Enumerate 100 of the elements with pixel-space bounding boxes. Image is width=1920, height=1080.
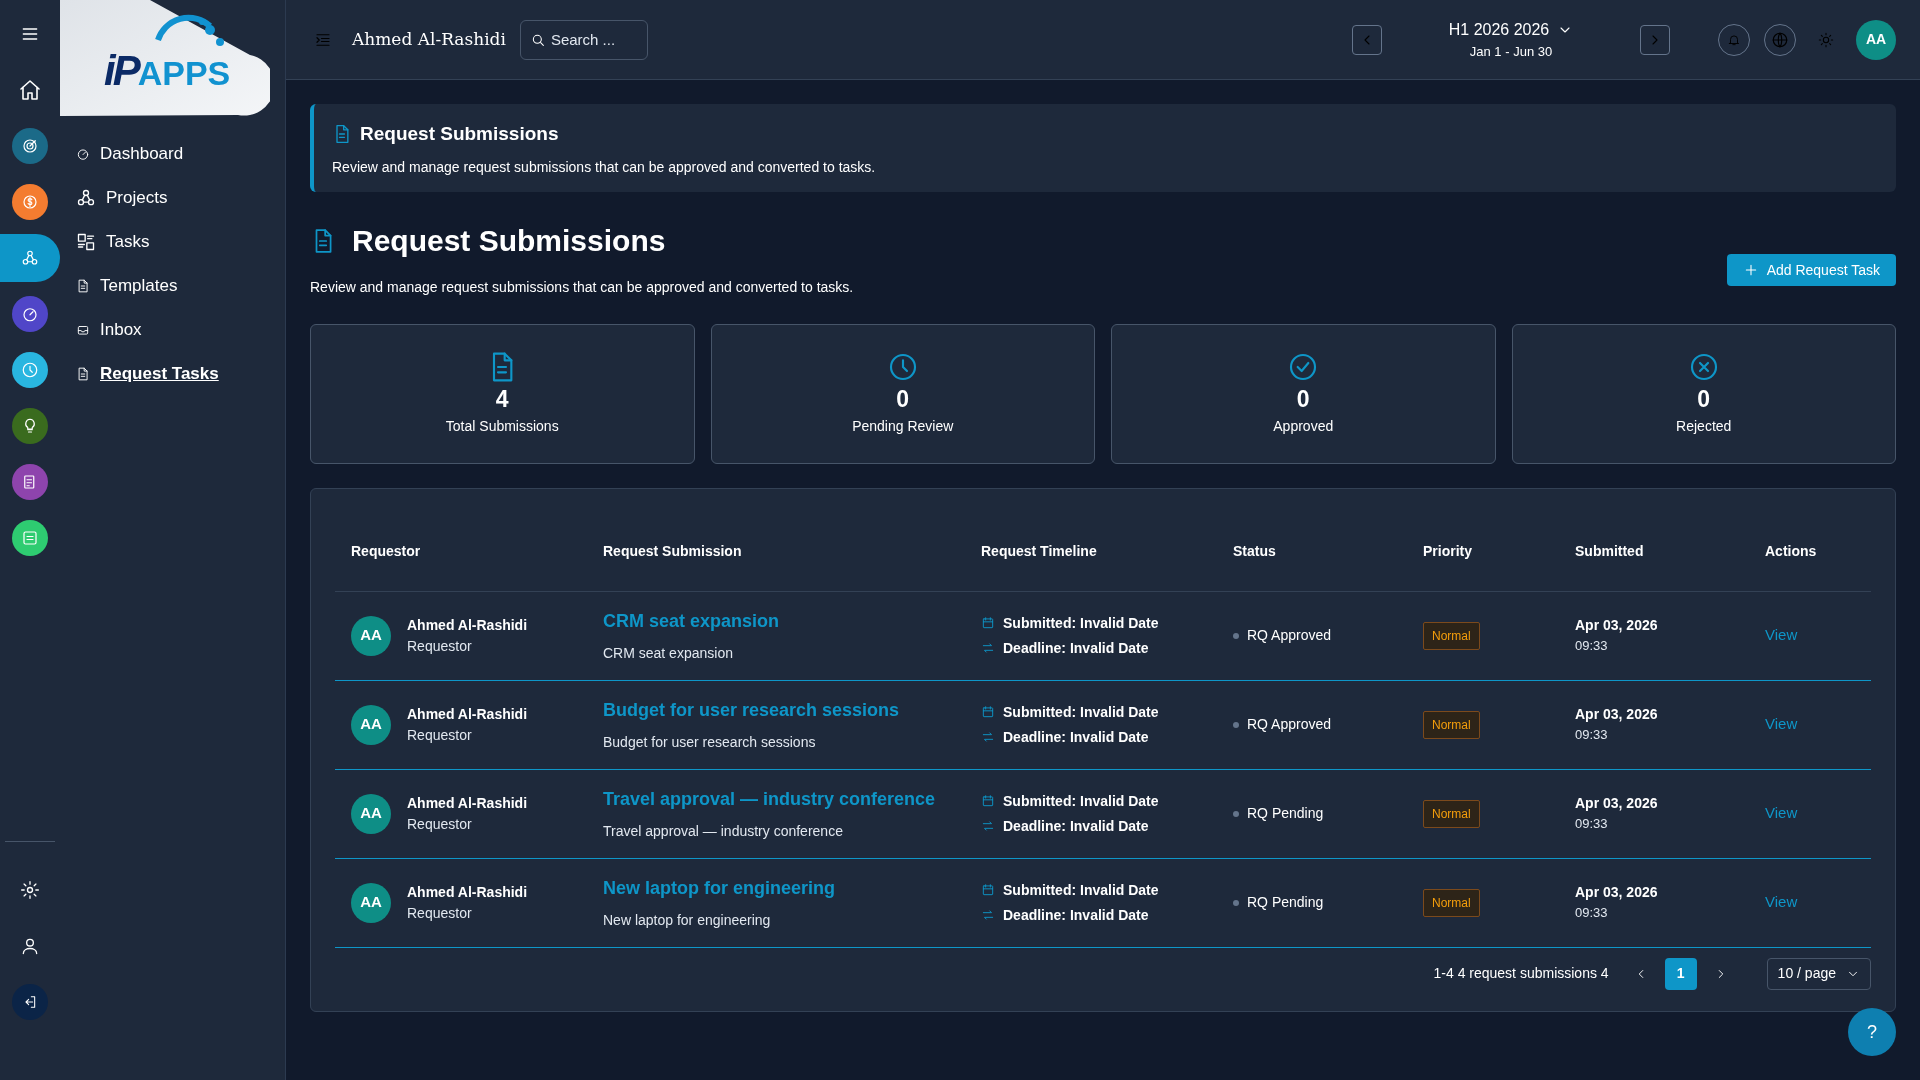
requestor-role: Requestor (407, 636, 473, 656)
request-description: Travel approval — industry conference (603, 821, 843, 841)
globe-icon (1771, 30, 1789, 49)
settings-icon (20, 880, 40, 900)
nav-link[interactable]: Templates (60, 264, 285, 308)
request-link[interactable]: New laptop for engineering (603, 874, 835, 902)
search-field[interactable]: Search ... (519, 19, 648, 60)
submitted-day: Apr 03, 2026 (1575, 615, 1733, 637)
request-description: New laptop for engineering (603, 910, 771, 930)
logo-text: APPS (137, 56, 231, 90)
status-dot (1233, 632, 1239, 639)
deadline-date: Deadline: Invalid Date (1003, 727, 1149, 747)
stat-value: 4 (495, 386, 509, 413)
column-header: Requestor (351, 543, 421, 560)
requestor-name: Ahmed Al-Rashidi (407, 793, 528, 813)
nav-link[interactable]: Tasks (60, 220, 285, 264)
previous-button[interactable] (1352, 24, 1382, 55)
submitted-time: 09:33 (1575, 815, 1609, 834)
column-header: Request Timeline (981, 543, 1097, 560)
status-dot (1233, 721, 1239, 728)
app-button[interactable] (12, 184, 48, 220)
priority-tag: Normal (1423, 799, 1480, 828)
status-text: RQ Pending (1247, 893, 1324, 912)
avatar: AA (351, 882, 391, 923)
submitted-time: 09:33 (1575, 904, 1609, 923)
app-button[interactable] (12, 296, 48, 332)
help-button[interactable]: ? (1848, 1008, 1896, 1056)
target-icon (21, 137, 39, 155)
avatar: AA (351, 615, 391, 656)
submitted-date: Submitted: Invalid Date (1003, 702, 1159, 722)
status-text: RQ Approved (1247, 626, 1332, 645)
status-text: RQ Approved (1247, 715, 1332, 734)
app-button[interactable] (0, 234, 60, 282)
gauge-icon (21, 305, 39, 323)
column-header: Submitted (1575, 543, 1644, 560)
tasks-icon (76, 232, 96, 252)
submitted-date: Submitted: Invalid Date (1003, 613, 1159, 633)
period-dropdown[interactable]: H1 2026 2026 (1448, 17, 1574, 42)
column-header: Request Submission (603, 543, 742, 560)
requestor-name: Ahmed Al-Rashidi (407, 882, 528, 902)
swap-icon (981, 908, 995, 922)
app-button[interactable] (12, 352, 48, 388)
request-link[interactable]: CRM seat expansion (603, 607, 780, 635)
column-header: Actions (1765, 543, 1817, 560)
pagination-summary: 1-4 4 request submissions 4 (1433, 964, 1609, 983)
deadline-date: Deadline: Invalid Date (1003, 638, 1149, 658)
submitted-time: 09:33 (1575, 637, 1609, 656)
view-link[interactable]: View (1765, 893, 1798, 911)
nav-link[interactable]: Projects (60, 176, 285, 220)
stat-value: 0 (1296, 386, 1310, 413)
home-icon (18, 78, 42, 102)
submitted-time: 09:33 (1575, 726, 1609, 745)
user-avatar[interactable]: AA (1856, 19, 1896, 60)
app-button[interactable] (12, 520, 48, 556)
page-button[interactable]: 1 (1664, 957, 1697, 990)
stat-label: Pending Review (852, 417, 954, 437)
app-button[interactable] (12, 128, 48, 164)
stat-label: Rejected (1676, 417, 1732, 437)
request-link[interactable]: Travel approval — industry conference (603, 785, 936, 813)
requestor-role: Requestor (407, 725, 473, 745)
view-link[interactable]: View (1765, 715, 1798, 733)
submitted-date: Submitted: Invalid Date (1003, 791, 1159, 811)
logo-mark: iP (104, 50, 138, 92)
banner-text: Review and manage request submissions that can be approved and converted to tasks. (332, 157, 877, 177)
calendar-icon (981, 794, 995, 808)
deadline-date: Deadline: Invalid Date (1003, 905, 1149, 925)
submitted-date: Submitted: Invalid Date (1003, 880, 1159, 900)
requestor-role: Requestor (407, 814, 473, 834)
status-dot (1233, 810, 1239, 817)
requestor-name: Ahmed Al-Rashidi (407, 704, 528, 724)
page-description: Review and manage request submissions that can be approved and converted to tasks. (310, 278, 854, 297)
stat-value: 0 (1697, 386, 1711, 413)
calendar-icon (981, 616, 995, 630)
logout-button[interactable] (12, 984, 48, 1020)
priority-tag: Normal (1423, 888, 1480, 917)
request-description: CRM seat expansion (603, 643, 733, 663)
view-link[interactable]: View (1765, 626, 1798, 644)
add-button[interactable]: Add Request Task (1726, 254, 1896, 286)
file-icon (76, 367, 90, 381)
request-link[interactable]: Budget for user research sessions (603, 696, 900, 724)
view-link[interactable]: View (1765, 804, 1798, 822)
nav-link[interactable]: Inbox (60, 308, 285, 352)
calendar-icon (981, 705, 995, 719)
priority-tag: Normal (1423, 621, 1480, 650)
nav-link[interactable]: Dashboard (60, 132, 285, 176)
file-icon (76, 279, 90, 293)
column-header: Priority (1423, 543, 1472, 560)
clock-icon (21, 361, 39, 379)
user-name: Ahmed Al-Rashidi (352, 27, 506, 51)
submitted-day: Apr 03, 2026 (1575, 793, 1733, 815)
board-icon (21, 529, 39, 547)
app-button[interactable] (12, 408, 48, 444)
status-text: RQ Pending (1247, 804, 1324, 823)
app-button[interactable] (12, 464, 48, 500)
submitted-day: Apr 03, 2026 (1575, 882, 1733, 904)
next-button[interactable] (1640, 24, 1670, 55)
dollar-icon (21, 193, 39, 211)
swap-icon (981, 641, 995, 655)
page-size-dropdown[interactable]: 10 / page (1766, 957, 1871, 990)
nav-link[interactable]: Request Tasks (60, 352, 285, 396)
